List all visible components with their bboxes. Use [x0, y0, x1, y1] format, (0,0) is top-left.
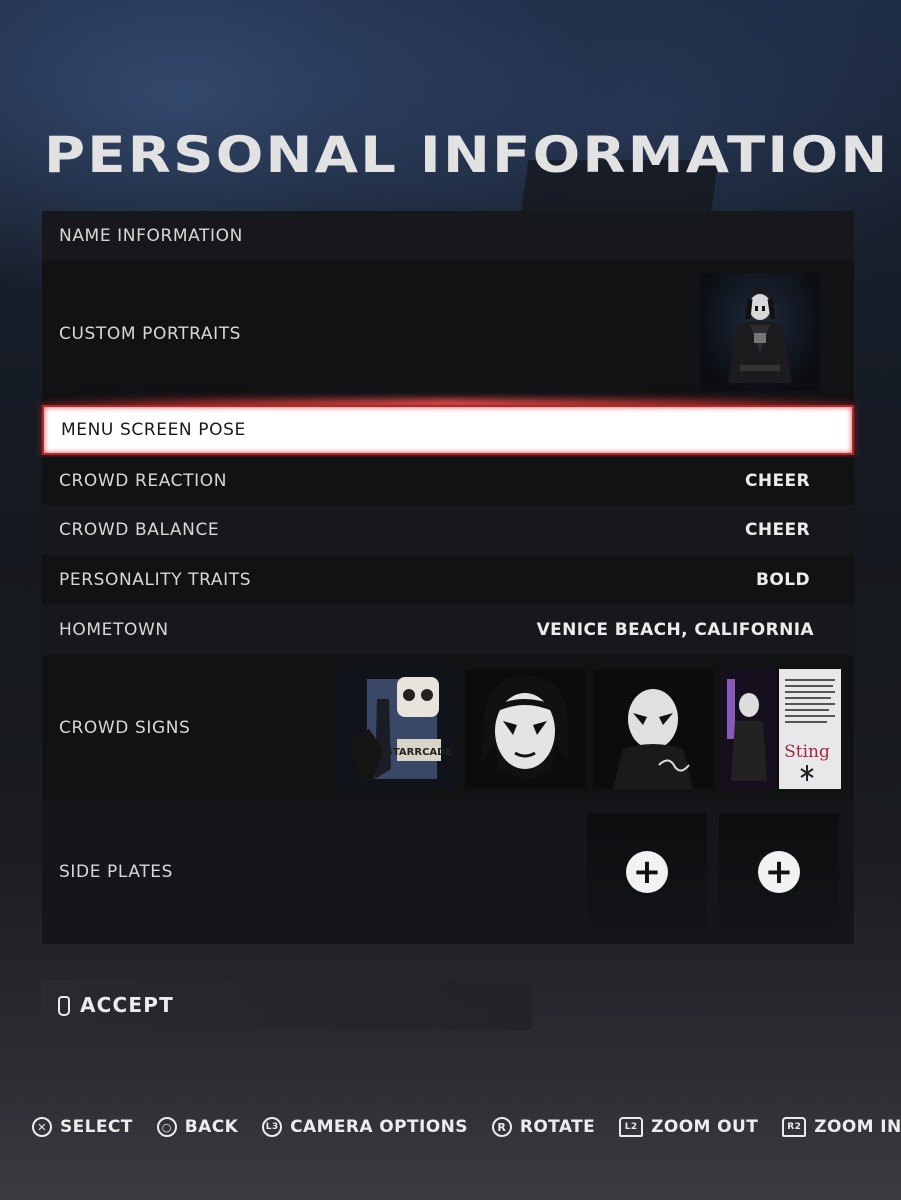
- hint-back[interactable]: ○ BACK: [156, 1117, 239, 1137]
- hint-zoom-out[interactable]: L2 ZOOM OUT: [619, 1117, 758, 1137]
- accept-button[interactable]: ACCEPT: [42, 980, 532, 1030]
- menu-row-value: VENICE BEACH, CALIFORNIA: [536, 620, 814, 640]
- menu-row-crowd-reaction[interactable]: CROWD REACTION CHEER: [42, 457, 854, 505]
- menu-row-name-information[interactable]: NAME INFORMATION: [42, 211, 854, 261]
- touchpad-icon: [58, 996, 70, 1016]
- hint-select[interactable]: ✕ SELECT: [32, 1117, 133, 1137]
- r-stick-icon: R: [491, 1117, 512, 1137]
- crowd-sign-thumbnail[interactable]: STARRCADE: [337, 669, 457, 789]
- hint-label: SELECT: [60, 1117, 133, 1137]
- crowd-sign-thumbnail[interactable]: [593, 669, 713, 789]
- crowd-sign-text: STARRCADE: [386, 747, 453, 758]
- side-plate-slot[interactable]: +: [719, 813, 839, 931]
- menu-row-menu-screen-pose[interactable]: MENU SCREEN POSE: [42, 405, 854, 455]
- crowd-sign-thumbnail[interactable]: Sting: [721, 669, 841, 789]
- menu-row-label: CROWD BALANCE: [59, 520, 220, 540]
- hint-label: ZOOM OUT: [651, 1117, 759, 1137]
- crowd-sign-image: Sting: [721, 669, 841, 789]
- l2-button-icon: L2: [619, 1117, 644, 1137]
- crowd-sign-image: [481, 675, 569, 781]
- menu-row-personality-traits[interactable]: PERSONALITY TRAITS BOLD: [42, 555, 854, 605]
- hint-label: ZOOM IN: [814, 1117, 901, 1137]
- add-plus-icon: +: [758, 851, 800, 893]
- crowd-sign-text: Sting: [784, 742, 830, 762]
- side-plate-slot[interactable]: +: [587, 813, 707, 931]
- page-title: PERSONAL INFORMATION: [44, 126, 890, 184]
- crowd-sign-image: STARRCADE: [351, 677, 453, 781]
- r2-button-icon: R2: [782, 1117, 807, 1137]
- menu-row-label: MENU SCREEN POSE: [61, 420, 246, 440]
- menu-row-value: BOLD: [756, 570, 810, 590]
- hint-label: ROTATE: [519, 1117, 596, 1137]
- l3-button-icon: L3: [262, 1117, 283, 1137]
- add-plus-icon: +: [626, 851, 668, 893]
- cross-button-icon: ✕: [32, 1117, 52, 1137]
- hint-rotate[interactable]: R ROTATE: [491, 1117, 596, 1137]
- crowd-sign-thumbnail[interactable]: [465, 669, 585, 789]
- menu-row-value: CHEER: [744, 471, 810, 491]
- menu-row-crowd-balance[interactable]: CROWD BALANCE CHEER: [42, 505, 854, 555]
- menu-row-label: NAME INFORMATION: [59, 226, 243, 246]
- wrestler-portrait-image: [728, 287, 792, 383]
- portrait-thumbnail[interactable]: [700, 273, 820, 391]
- menu-row-label: PERSONALITY TRAITS: [59, 570, 252, 590]
- menu-row-hometown[interactable]: HOMETOWN VENICE BEACH, CALIFORNIA: [42, 605, 854, 655]
- circle-button-icon: ○: [156, 1117, 177, 1137]
- menu-row-label: CROWD REACTION: [59, 471, 228, 491]
- hint-zoom-in[interactable]: R2 ZOOM IN: [782, 1117, 901, 1137]
- hint-label: BACK: [184, 1117, 239, 1137]
- crowd-sign-image: [613, 675, 693, 789]
- controller-hints-bar: ✕ SELECT ○ BACK L3 CAMERA OPTIONS R ROTA…: [32, 1112, 901, 1142]
- hint-camera-options[interactable]: L3 CAMERA OPTIONS: [262, 1117, 468, 1137]
- personal-info-panel: NAME INFORMATION CUSTOM PORTRAITS MENU S…: [42, 211, 854, 944]
- hint-label: CAMERA OPTIONS: [290, 1117, 468, 1137]
- menu-row-value: CHEER: [744, 520, 810, 540]
- accept-label: ACCEPT: [80, 993, 174, 1017]
